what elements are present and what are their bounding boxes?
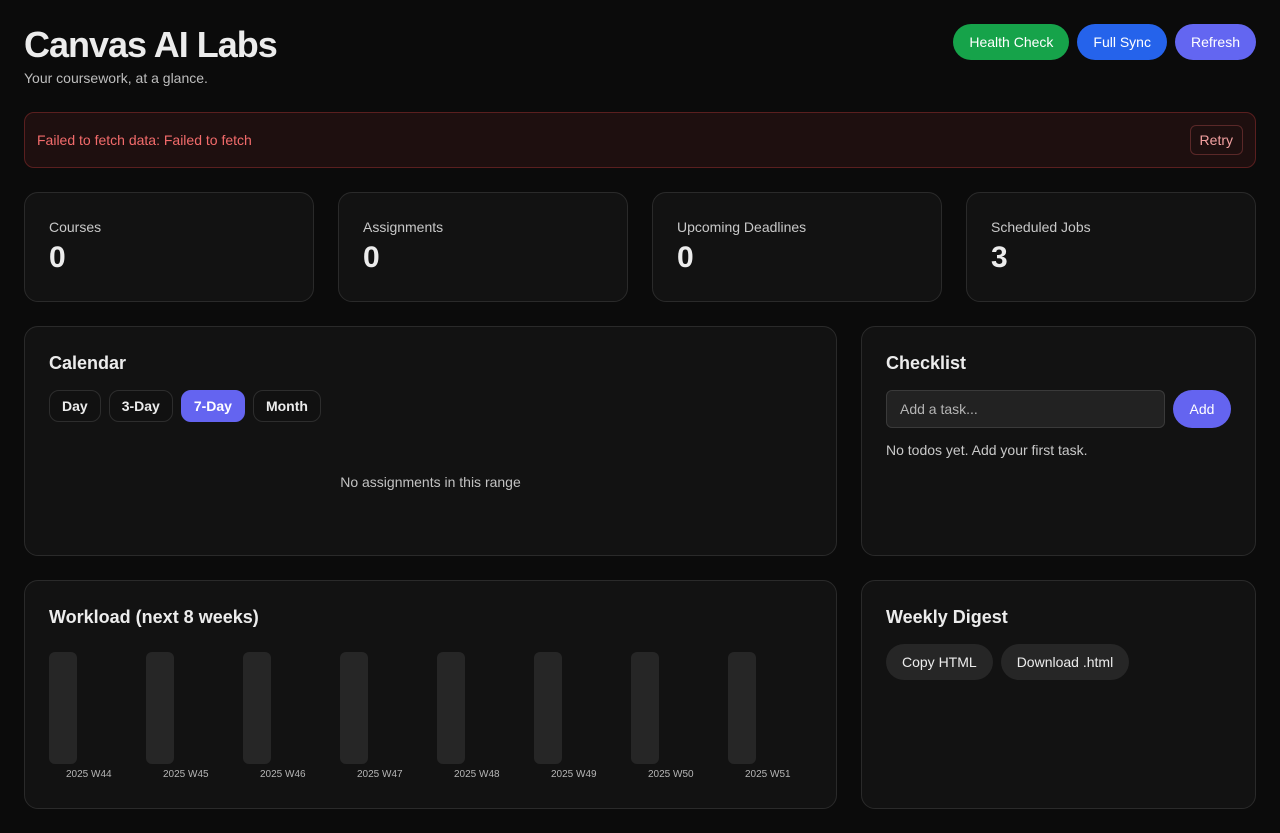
page-title: Canvas AI Labs	[24, 24, 278, 65]
workload-week-label: 2025 W46	[260, 769, 306, 780]
download-html-button[interactable]: Download .html	[1000, 644, 1130, 680]
digest-actions: Copy HTML Download .html	[886, 644, 1231, 680]
copy-html-button[interactable]: Copy HTML	[886, 644, 993, 680]
workload-week-label: 2025 W44	[66, 769, 112, 780]
stat-label: Assignments	[363, 219, 444, 235]
page-header: Canvas AI Labs Your coursework, at a gla…	[24, 24, 278, 86]
todo-input[interactable]	[886, 390, 1165, 428]
workload-week-label: 2025 W47	[357, 769, 403, 780]
workload-week-label: 2025 W51	[745, 769, 791, 780]
workload-bar	[437, 652, 465, 764]
todo-add-row: Add	[886, 390, 1231, 428]
view-7-day-button[interactable]: 7-Day	[180, 390, 245, 422]
checklist-card: Checklist Add No todos yet. Add your fir…	[861, 326, 1256, 556]
workload-week-label: 2025 W45	[163, 769, 209, 780]
calendar-view-switcher: Day 3-Day 7-Day Month	[49, 390, 812, 422]
health-check-button[interactable]: Health Check	[953, 24, 1070, 60]
workload-title: Workload (next 8 weeks)	[49, 607, 259, 627]
stat-label: Upcoming Deadlines	[677, 219, 807, 235]
weekly-digest-title: Weekly Digest	[886, 607, 1008, 627]
full-sync-button[interactable]: Full Sync	[1077, 24, 1167, 60]
todo-empty-text: No todos yet. Add your first task.	[886, 442, 1088, 458]
retry-button[interactable]: Retry	[1189, 125, 1243, 155]
refresh-button[interactable]: Refresh	[1174, 24, 1256, 60]
add-todo-button[interactable]: Add	[1173, 390, 1231, 428]
workload-bar	[49, 652, 77, 764]
workload-card: Workload (next 8 weeks) 2025 W44 2025 W45…	[24, 580, 837, 809]
workload-bar	[340, 652, 368, 764]
stat-value: 3	[991, 241, 1008, 274]
view-3-day-button[interactable]: 3-Day	[108, 390, 173, 422]
workload-bar	[243, 652, 271, 764]
workload-week-label: 2025 W50	[648, 769, 694, 780]
stat-label: Scheduled Jobs	[991, 219, 1091, 235]
weekly-digest-card: Weekly Digest Copy HTML Download .html	[861, 580, 1256, 809]
page-subtitle: Your coursework, at a glance.	[24, 70, 208, 86]
calendar-title: Calendar	[49, 353, 127, 373]
stat-card-scheduled-jobs: Scheduled Jobs 3	[966, 192, 1256, 302]
error-message: Failed to fetch data: Failed to fetch	[37, 132, 252, 148]
workload-bar	[631, 652, 659, 764]
view-day-button[interactable]: Day	[49, 390, 101, 422]
calendar-empty-text: No assignments in this range	[340, 474, 521, 490]
workload-chart: 2025 W44 2025 W45 2025 W46 2025 W47 2025 W48…	[49, 652, 812, 784]
workload-bar	[728, 652, 756, 764]
header-actions: Health Check Full Sync Refresh	[953, 24, 1256, 60]
stat-card-courses: Courses 0	[24, 192, 314, 302]
stat-card-assignments: Assignments 0	[338, 192, 628, 302]
workload-bar	[146, 652, 174, 764]
checklist-title: Checklist	[886, 353, 967, 373]
calendar-card: Calendar Day 3-Day 7-Day Month No assign…	[24, 326, 837, 556]
stat-card-upcoming-deadlines: Upcoming Deadlines 0	[652, 192, 942, 302]
stat-value: 0	[363, 241, 380, 274]
error-banner: Failed to fetch data: Failed to fetch Re…	[24, 112, 1256, 168]
stat-value: 0	[677, 241, 694, 274]
view-month-button[interactable]: Month	[252, 390, 321, 422]
workload-bar	[534, 652, 562, 764]
stat-label: Courses	[49, 219, 102, 235]
workload-week-label: 2025 W48	[454, 769, 500, 780]
stat-value: 0	[49, 241, 66, 274]
workload-week-label: 2025 W49	[551, 769, 597, 780]
